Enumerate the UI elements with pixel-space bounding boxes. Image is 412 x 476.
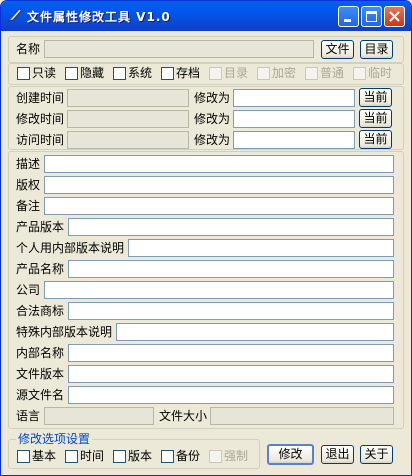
readonly-checkbox[interactable] [17,67,30,80]
modified-new-time-input[interactable] [233,110,355,128]
trademarks-label: 合法商标 [16,304,65,318]
hidden-checkbox[interactable] [65,67,78,80]
description-label: 描述 [16,157,41,171]
directory-checkbox [209,67,222,80]
archive-checkbox[interactable] [161,67,174,80]
backup-label: 备份 [176,449,201,463]
force-label: 强制 [224,449,249,463]
accessed-modify-label: 修改为 [194,133,231,147]
product-version-label: 产品版本 [16,220,65,234]
system-label: 系统 [128,66,153,80]
maximize-button[interactable] [361,6,382,27]
company-label: 公司 [16,283,41,297]
created-time-field[interactable] [67,89,189,107]
hidden-label: 隐藏 [80,66,105,80]
minimize-button[interactable] [338,6,359,27]
exit-button[interactable]: 退出 [321,445,354,464]
encrypted-label: 加密 [272,66,297,80]
modified-modify-label: 修改为 [194,112,231,126]
comments-label: 备注 [16,199,41,213]
accessed-time-label: 访问时间 [16,133,65,147]
accessed-new-time-input[interactable] [233,131,355,149]
file-version-label: 文件版本 [16,367,65,381]
basic-label: 基本 [32,449,57,463]
options-legend: 修改选项设置 [16,432,93,446]
main-window: 文件属性修改工具 V1.0 名称 文件 目录 只读 隐藏 系统 存档 目录 加密… [0,0,412,476]
product-version-input[interactable] [68,218,394,236]
private-build-input[interactable] [128,239,394,257]
copyright-input[interactable] [44,176,394,194]
temporary-checkbox [353,67,366,80]
description-input[interactable] [44,155,394,173]
created-time-label: 创建时间 [16,91,65,105]
file-version-input[interactable] [68,365,394,383]
version-label: 版本 [128,449,153,463]
close-button[interactable] [384,6,405,27]
company-input[interactable] [44,281,394,299]
original-filename-label: 源文件名 [16,388,65,402]
readonly-label: 只读 [32,66,57,80]
special-build-label: 特殊内部版本说明 [16,325,113,339]
maximize-icon [366,11,377,22]
created-new-time-input[interactable] [233,89,355,107]
modified-time-field[interactable] [67,110,189,128]
original-filename-input[interactable] [68,386,394,404]
close-icon [389,11,400,22]
accessed-time-field[interactable] [67,131,189,149]
file-size-label: 文件大小 [159,409,208,423]
backup-checkbox[interactable] [161,450,174,463]
private-build-label: 个人用内部版本说明 [16,241,125,255]
time-label: 时间 [80,449,105,463]
modify-button[interactable]: 修改 [267,444,314,465]
title-bar[interactable]: 文件属性修改工具 V1.0 [1,1,411,31]
encrypted-checkbox [257,67,270,80]
about-button[interactable]: 关于 [360,445,393,464]
comments-input[interactable] [44,197,394,215]
name-label: 名称 [16,42,41,56]
directory-attr-label: 目录 [224,66,249,80]
modified-now-button[interactable]: 当前 [359,109,392,128]
product-name-label: 产品名称 [16,262,65,276]
created-modify-label: 修改为 [194,91,231,105]
special-build-input[interactable] [116,323,394,341]
directory-button[interactable]: 目录 [360,40,393,59]
created-now-button[interactable]: 当前 [359,88,392,107]
product-name-input[interactable] [68,260,394,278]
normal-checkbox [305,67,318,80]
feather-pen-icon [7,8,22,22]
version-checkbox[interactable] [113,450,126,463]
trademarks-input[interactable] [68,302,394,320]
temporary-label: 临时 [368,66,393,80]
file-button[interactable]: 文件 [321,40,354,59]
internal-name-label: 内部名称 [16,346,65,360]
force-checkbox [209,450,222,463]
window-title: 文件属性修改工具 V1.0 [27,10,171,24]
accessed-now-button[interactable]: 当前 [359,130,392,149]
file-size-field[interactable] [210,407,394,425]
normal-label: 普通 [320,66,345,80]
archive-label: 存档 [176,66,201,80]
minimize-icon [344,19,351,22]
modified-time-label: 修改时间 [16,112,65,126]
time-checkbox[interactable] [65,450,78,463]
name-field[interactable] [44,40,314,58]
system-checkbox[interactable] [113,67,126,80]
copyright-label: 版权 [16,178,41,192]
language-label: 语言 [16,409,41,423]
basic-checkbox[interactable] [17,450,30,463]
language-field[interactable] [44,407,154,425]
internal-name-input[interactable] [68,344,394,362]
